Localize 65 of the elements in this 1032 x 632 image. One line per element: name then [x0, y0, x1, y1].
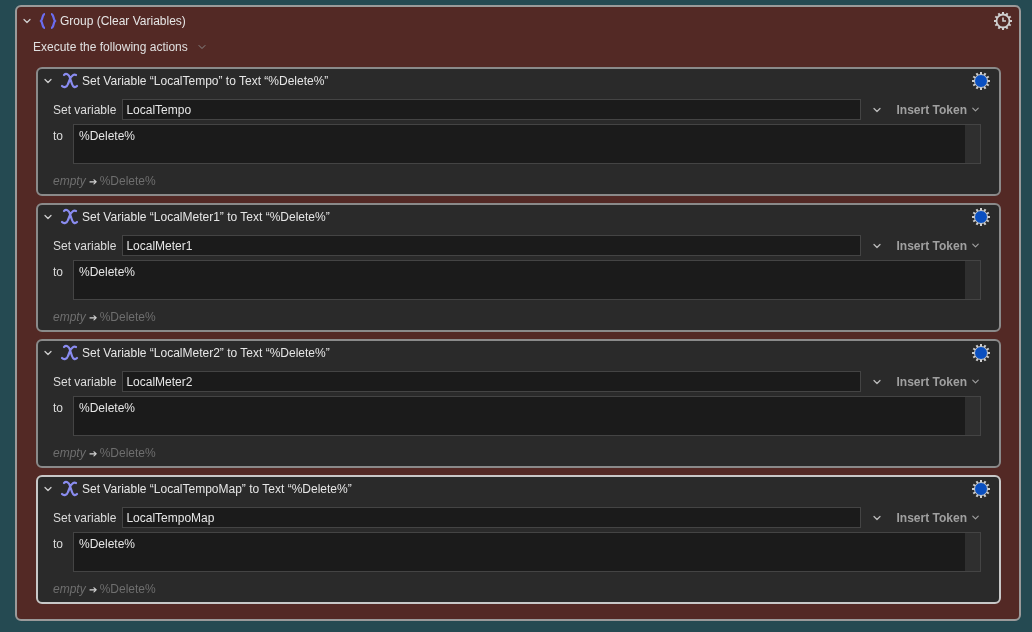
insert-token-button[interactable]: Insert Token: [896, 508, 981, 527]
preview-source: empty: [53, 309, 86, 326]
variable-x-icon: [60, 480, 80, 498]
action-gear-icon[interactable]: [971, 207, 991, 227]
execute-label: Execute the following actions: [33, 39, 188, 56]
action-card[interactable]: Set Variable “LocalTempo” to Text “%Delete%” Set variable LocalTempo Insert Token to %Delete% empty ➔ %Delete%: [36, 67, 1001, 196]
text-field-value: %Delete%: [78, 536, 137, 553]
text-field-value: %Delete%: [78, 128, 137, 145]
preview-result: %Delete%: [99, 581, 156, 598]
caret-icon: [970, 376, 981, 387]
insert-token-button[interactable]: Insert Token: [896, 100, 981, 119]
text-field[interactable]: %Delete%: [73, 532, 981, 572]
variable-x-icon: [60, 72, 80, 90]
text-field[interactable]: %Delete%: [73, 124, 981, 164]
to-label: to: [53, 536, 64, 553]
set-variable-label: Set variable: [53, 237, 117, 255]
preview-result: %Delete%: [99, 309, 156, 326]
variable-field[interactable]: LocalTempo: [122, 99, 861, 120]
action-card[interactable]: Set Variable “LocalMeter2” to Text “%Delete%” Set variable LocalMeter2 Insert Token to %Delete% empty ➔ %Delete%: [36, 339, 1001, 468]
to-label: to: [53, 128, 64, 145]
scroll-bar[interactable]: [965, 533, 980, 571]
group-panel[interactable]: [15, 5, 1021, 621]
text-field-value: %Delete%: [78, 400, 137, 417]
set-variable-label: Set variable: [53, 373, 117, 391]
caret-icon: [970, 512, 981, 523]
action-title: Set Variable “LocalMeter2” to Text “%Delete%”: [82, 345, 330, 362]
caret-icon: [970, 240, 981, 251]
action-gear-icon[interactable]: [971, 343, 991, 363]
variable-field[interactable]: LocalTempoMap: [122, 507, 861, 528]
text-field[interactable]: %Delete%: [73, 260, 981, 300]
variable-x-icon: [60, 344, 80, 362]
insert-token-button[interactable]: Insert Token: [896, 236, 981, 255]
preview-source: empty: [53, 173, 86, 190]
preview-arrow: ➔: [88, 174, 97, 189]
text-field[interactable]: %Delete%: [73, 396, 981, 436]
set-variable-label: Set variable: [53, 101, 117, 119]
preview-arrow: ➔: [88, 446, 97, 461]
text-field-value: %Delete%: [78, 264, 137, 281]
action-title: Set Variable “LocalTempo” to Text “%Delete%”: [82, 73, 329, 90]
action-card[interactable]: Set Variable “LocalTempoMap” to Text “%Delete%” Set variable LocalTempoMap Insert Token to %Delete% empty ➔ %Delete%: [36, 475, 1001, 604]
action-title: Set Variable “LocalTempoMap” to Text “%Delete%”: [82, 481, 352, 498]
action-card[interactable]: Set Variable “LocalMeter1” to Text “%Delete%” Set variable LocalMeter1 Insert Token to %Delete% empty ➔ %Delete%: [36, 203, 1001, 332]
preview-arrow: ➔: [88, 582, 97, 597]
group-gear-clock-icon[interactable]: [993, 11, 1013, 31]
action-title: Set Variable “LocalMeter1” to Text “%Delete%”: [82, 209, 330, 226]
variable-x-icon: [60, 208, 80, 226]
action-gear-icon[interactable]: [971, 71, 991, 91]
to-label: to: [53, 264, 64, 281]
scroll-bar[interactable]: [965, 261, 980, 299]
variable-field[interactable]: LocalMeter1: [122, 235, 861, 256]
braces-icon: [39, 12, 57, 30]
variable-field[interactable]: LocalMeter2: [122, 371, 861, 392]
insert-token-button[interactable]: Insert Token: [896, 372, 981, 391]
group-title: Group (Clear Variables): [60, 13, 186, 30]
preview-source: empty: [53, 581, 86, 598]
to-label: to: [53, 400, 64, 417]
preview-source: empty: [53, 445, 86, 462]
preview-result: %Delete%: [99, 445, 156, 462]
preview-result: %Delete%: [99, 173, 156, 190]
scroll-bar[interactable]: [965, 397, 980, 435]
action-gear-icon[interactable]: [971, 479, 991, 499]
caret-icon: [970, 104, 981, 115]
scroll-bar[interactable]: [965, 125, 980, 163]
preview-arrow: ➔: [88, 310, 97, 325]
set-variable-label: Set variable: [53, 509, 117, 527]
